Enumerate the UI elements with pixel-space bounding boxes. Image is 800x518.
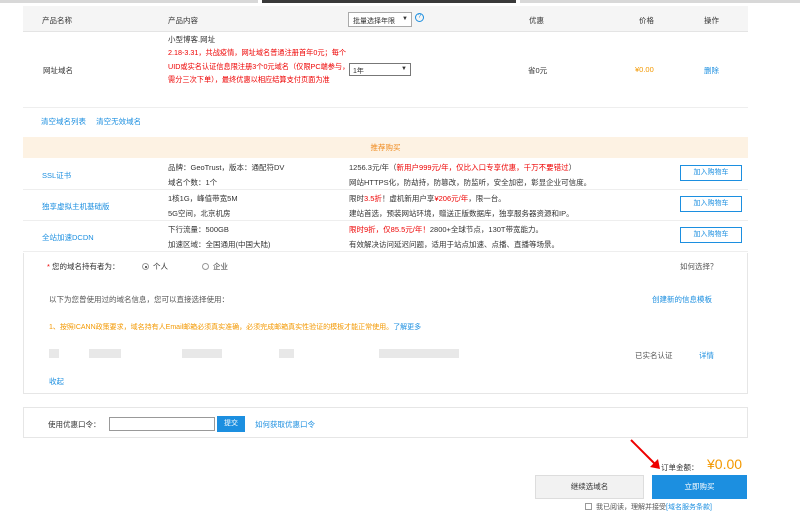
verified-status: 已实名认证 [635, 351, 673, 360]
batch-year-select[interactable]: 批量选择年限 ▼ [348, 12, 412, 27]
top-tab-strip [0, 0, 800, 4]
add-to-cart-button[interactable]: 加入购物车 [680, 196, 742, 212]
recommend-item-dcdn: 全站加速DCDN 下行流量：500GB 加速区域：全国通用(中国大陆) 限时9折… [23, 221, 748, 252]
recommend-price: 限时9折，仅85.5元/年！2800+全球节点，130T带宽能力。 [349, 225, 544, 234]
year-value: 1年 [353, 68, 364, 75]
recommend-detail: 5G空间，北京机房 [168, 209, 231, 218]
recommend-detail: 1核1G，峰值带宽5M [168, 194, 238, 203]
col-discount: 优惠 [529, 16, 544, 25]
recommend-desc: 建站首选，预装网站环境，赠送正版数据库，独享服务器资源和IP。 [349, 209, 574, 218]
add-to-cart-button[interactable]: 加入购物车 [680, 165, 742, 181]
help-icon[interactable]: ? [415, 13, 424, 22]
recommend-item-hosting: 独享虚拟主机基础版 1核1G，峰值带宽5M 5G空间，北京机房 限时3.5折！虚… [23, 190, 748, 221]
how-choose-link[interactable]: 如何选择？ [680, 261, 718, 272]
dropdown-arrow-icon: ▼ [402, 16, 408, 22]
domain-holder-panel: * 您的域名持有者为： 个人 企业 如何选择？ 以下为您曾使用过的域名信息，您可… [23, 253, 748, 394]
holder-intro: 以下为您曾使用过的域名信息，您可以直接选择使用： [49, 295, 229, 304]
clear-invalid-domains-link[interactable]: 清空无效域名 [96, 117, 141, 126]
domain-product-name: 小型博客.网址 [168, 35, 216, 44]
recommend-name[interactable]: 全站加速DCDN [42, 232, 94, 243]
coupon-bar: 使用优惠口令： 提交 如何获取优惠口令 [23, 407, 748, 438]
how-get-coupon-link[interactable]: 如何获取优惠口令 [255, 419, 315, 430]
promo-note: 2.18-3.31，共战疫情，网址域名普通注册首年0元；每个UID或实名认证信息… [168, 48, 350, 84]
radio-company[interactable]: 企业 [202, 261, 228, 272]
discount-value: 省0元 [528, 66, 548, 75]
blurred-info [279, 349, 294, 358]
agree-terms: 我已阅读，理解并接受[域名服务条款] [585, 502, 712, 512]
radio-icon [142, 263, 149, 270]
delete-link[interactable]: 删除 [704, 65, 719, 76]
red-arrow-icon [630, 439, 660, 469]
recommend-desc: 有效解决访问延迟问题，适用于站点加速、点播、直播等场景。 [349, 240, 559, 249]
col-action: 操作 [704, 16, 719, 25]
radio-personal[interactable]: 个人 [142, 261, 168, 272]
recommend-detail: 品牌：GeoTrust，版本：通配符DV [168, 163, 285, 172]
order-total-value: ¥0.00 [707, 456, 743, 472]
order-total-label: 订单金额： [661, 463, 699, 472]
blurred-info [182, 349, 222, 358]
recommend-desc: 网站HTTPS化，防劫持，防篡改，防监听，安全加密，彰显企业可信度。 [349, 178, 592, 187]
collapse-link[interactable]: 收起 [49, 376, 64, 387]
radio-icon [202, 263, 209, 270]
recommend-name[interactable]: SSL证书 [42, 170, 71, 181]
holder-question: * 您的域名持有者为： [47, 262, 120, 271]
col-product-content: 产品内容 [168, 16, 198, 25]
coupon-label: 使用优惠口令： [48, 420, 101, 429]
buy-now-button[interactable]: 立即购买 [652, 475, 747, 499]
recommend-price: 1256.3元/年（新用户999元/年，仅比入口专享优惠，千万不要错过） [349, 163, 577, 172]
recommend-detail: 域名个数：1个 [168, 178, 218, 187]
col-price: 价格 [639, 16, 654, 25]
dropdown-arrow-icon: ▼ [401, 66, 407, 72]
recommend-price: 限时3.5折！虚机新用户享¥206元/年，限一台。 [349, 194, 506, 203]
coupon-submit-button[interactable]: 提交 [217, 416, 245, 432]
checkbox-icon[interactable] [585, 503, 592, 510]
blurred-info [89, 349, 121, 358]
detail-link[interactable]: 详情 [699, 350, 714, 361]
create-template-link[interactable]: 创建新的信息模板 [652, 294, 712, 305]
learn-more-link[interactable]: 了解更多 [393, 324, 421, 331]
recommend-name[interactable]: 独享虚拟主机基础版 [42, 201, 110, 212]
price-value: ¥0.00 [635, 65, 654, 74]
terms-link[interactable]: [域名服务条款] [666, 504, 712, 511]
col-product-name: 产品名称 [42, 16, 72, 25]
blurred-info [379, 349, 459, 358]
agree-text: 我已阅读，理解并接受 [596, 504, 666, 511]
recommend-detail: 下行流量：500GB [168, 225, 229, 234]
year-select[interactable]: 1年 ▼ [349, 63, 411, 76]
clear-domain-list-link[interactable]: 清空域名列表 [41, 117, 86, 126]
icann-warning: 1、按照ICANN政策要求，域名持有人Email邮箱必须真实准确，必须完成邮箱真… [49, 324, 422, 331]
batch-year-label: 批量选择年限 [353, 18, 395, 25]
add-to-cart-button[interactable]: 加入购物车 [680, 227, 742, 243]
recommend-detail: 加速区域：全国通用(中国大陆) [168, 240, 271, 249]
coupon-input[interactable] [109, 417, 215, 431]
continue-select-domain-button[interactable]: 继续选域名 [535, 475, 644, 499]
blurred-info [49, 349, 59, 358]
recommend-header: 推荐购买 [23, 137, 748, 158]
domain-row-label: 网址域名 [43, 66, 73, 75]
clear-links: 清空域名列表 清空无效域名 [41, 116, 149, 127]
domain-row: 网址域名 小型博客.网址 2.18-3.31，共战疫情，网址域名普通注册首年0元… [23, 33, 748, 108]
recommend-item-ssl: SSL证书 品牌：GeoTrust，版本：通配符DV 域名个数：1个 1256.… [23, 159, 748, 190]
